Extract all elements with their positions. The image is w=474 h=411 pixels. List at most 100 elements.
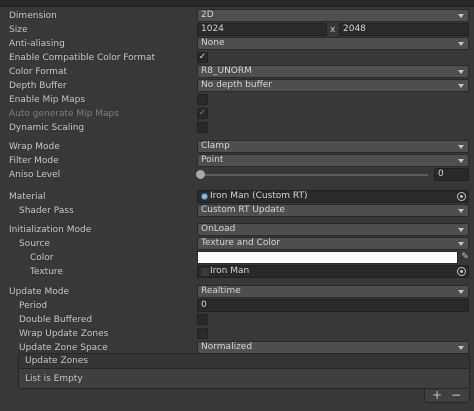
- depth-buffer-value: No depth buffer: [201, 80, 273, 90]
- object-picker-icon[interactable]: [457, 192, 466, 201]
- chevron-down-icon: [458, 14, 464, 18]
- row-color-format: Color Format R8_UNORM: [0, 65, 474, 79]
- source-dropdown[interactable]: Texture and Color: [197, 237, 469, 250]
- chevron-down-icon: [458, 145, 464, 149]
- size-width-value: 1024: [201, 24, 224, 34]
- texture-value: Iron Man: [210, 266, 250, 276]
- shader-pass-value: Custom RT Update: [201, 205, 285, 215]
- enable-mip-maps-label: Enable Mip Maps: [9, 95, 86, 105]
- filter-mode-value: Point: [201, 155, 224, 165]
- anti-aliasing-dropdown[interactable]: None: [197, 37, 469, 50]
- remove-zone-button[interactable]: −: [449, 388, 463, 402]
- chevron-down-icon: [458, 290, 464, 294]
- row-aniso-level: Aniso Level 0: [0, 168, 474, 182]
- row-enable-compatible-color-format: Enable Compatible Color Format ✓: [0, 51, 474, 65]
- update-zones-footer: + −: [424, 388, 470, 403]
- wrap-mode-dropdown[interactable]: Clamp: [197, 140, 469, 153]
- dynamic-scaling-label: Dynamic Scaling: [9, 123, 85, 133]
- dimension-dropdown[interactable]: 2D: [197, 9, 469, 22]
- chevron-down-icon: [458, 242, 464, 246]
- anti-aliasing-value: None: [201, 38, 225, 48]
- period-value: 0: [201, 300, 207, 310]
- initialization-mode-label: Initialization Mode: [9, 225, 92, 235]
- size-height-field[interactable]: 2048: [339, 23, 469, 36]
- color-format-dropdown[interactable]: R8_UNORM: [197, 65, 469, 78]
- top-bar: [0, 0, 474, 7]
- depth-buffer-label: Depth Buffer: [9, 81, 67, 91]
- period-field[interactable]: 0: [197, 299, 469, 312]
- period-label: Period: [19, 301, 48, 311]
- row-wrap-mode: Wrap Mode Clamp: [0, 140, 474, 154]
- eyedropper-icon[interactable]: ✎: [459, 251, 471, 264]
- double-buffered-label: Double Buffered: [19, 315, 93, 325]
- aniso-level-label: Aniso Level: [9, 170, 61, 180]
- row-shader-pass: Shader Pass Custom RT Update: [0, 204, 474, 218]
- row-size: Size 1024 x 2048: [0, 23, 474, 37]
- row-color: Color ✎: [0, 251, 474, 265]
- chevron-down-icon: [458, 209, 464, 213]
- row-source: Source Texture and Color: [0, 237, 474, 251]
- dimension-value: 2D: [201, 10, 214, 20]
- update-mode-label: Update Mode: [9, 287, 69, 297]
- row-texture: Texture Iron Man: [0, 265, 474, 279]
- enable-mip-maps-checkbox[interactable]: [197, 94, 208, 105]
- row-depth-buffer: Depth Buffer No depth buffer: [0, 79, 474, 93]
- wrap-update-zones-checkbox[interactable]: [197, 328, 208, 339]
- row-enable-mip-maps: Enable Mip Maps: [0, 93, 474, 107]
- texture-object-field[interactable]: Iron Man: [197, 265, 469, 278]
- wrap-mode-value: Clamp: [201, 141, 230, 151]
- size-width-field[interactable]: 1024: [197, 23, 327, 36]
- filter-mode-label: Filter Mode: [9, 156, 59, 166]
- auto-generate-mip-maps-label: Auto generate Mip Maps: [9, 109, 119, 119]
- update-mode-value: Realtime: [201, 286, 241, 296]
- row-dynamic-scaling: Dynamic Scaling: [0, 121, 474, 135]
- initialization-mode-dropdown[interactable]: OnLoad: [197, 223, 469, 236]
- anti-aliasing-label: Anti-aliasing: [9, 39, 65, 49]
- size-label: Size: [9, 25, 28, 35]
- depth-buffer-dropdown[interactable]: No depth buffer: [197, 79, 469, 92]
- update-zones-header: Update Zones: [19, 354, 469, 369]
- update-zones-title: Update Zones: [25, 356, 89, 366]
- row-initialization-mode: Initialization Mode OnLoad: [0, 223, 474, 237]
- update-mode-dropdown[interactable]: Realtime: [197, 285, 469, 298]
- auto-generate-mip-maps-checkbox: ✓: [197, 108, 208, 119]
- material-object-field[interactable]: Iron Man (Custom RT): [197, 190, 469, 203]
- chevron-down-icon: [458, 84, 464, 88]
- texture-label: Texture: [30, 267, 63, 277]
- row-anti-aliasing: Anti-aliasing None: [0, 37, 474, 51]
- shader-pass-label: Shader Pass: [19, 206, 74, 216]
- size-x-separator: x: [330, 25, 336, 35]
- color-label: Color: [30, 253, 54, 263]
- aniso-level-slider-handle[interactable]: [196, 170, 205, 179]
- row-filter-mode: Filter Mode Point: [0, 154, 474, 168]
- add-zone-button[interactable]: +: [430, 388, 444, 402]
- object-picker-icon[interactable]: [457, 267, 466, 276]
- aniso-level-slider-track[interactable]: [200, 174, 428, 176]
- aniso-level-value: 0: [438, 169, 444, 179]
- row-material: Material Iron Man (Custom RT): [0, 190, 474, 204]
- enable-compatible-color-format-checkbox[interactable]: ✓: [197, 52, 208, 63]
- double-buffered-checkbox[interactable]: [197, 314, 208, 325]
- source-label: Source: [19, 239, 50, 249]
- update-zones-body: List is Empty: [19, 370, 469, 388]
- wrap-mode-label: Wrap Mode: [9, 142, 60, 152]
- update-zones-list: Update Zones List is Empty: [18, 353, 470, 389]
- row-update-mode: Update Mode Realtime: [0, 285, 474, 299]
- row-period: Period 0: [0, 299, 474, 313]
- wrap-update-zones-label: Wrap Update Zones: [19, 329, 109, 339]
- color-format-value: R8_UNORM: [201, 66, 252, 76]
- shader-pass-dropdown[interactable]: Custom RT Update: [197, 204, 469, 217]
- row-double-buffered: Double Buffered: [0, 313, 474, 327]
- chevron-down-icon: [458, 228, 464, 232]
- color-swatch[interactable]: [197, 251, 458, 264]
- chevron-down-icon: [458, 159, 464, 163]
- chevron-down-icon: [458, 42, 464, 46]
- size-height-value: 2048: [343, 24, 366, 34]
- aniso-level-field[interactable]: 0: [434, 168, 469, 181]
- row-dimension: Dimension 2D: [0, 9, 474, 23]
- filter-mode-dropdown[interactable]: Point: [197, 154, 469, 167]
- row-wrap-update-zones: Wrap Update Zones: [0, 327, 474, 341]
- dynamic-scaling-checkbox[interactable]: [197, 122, 208, 133]
- material-icon: [201, 193, 208, 200]
- chevron-down-icon: [458, 70, 464, 74]
